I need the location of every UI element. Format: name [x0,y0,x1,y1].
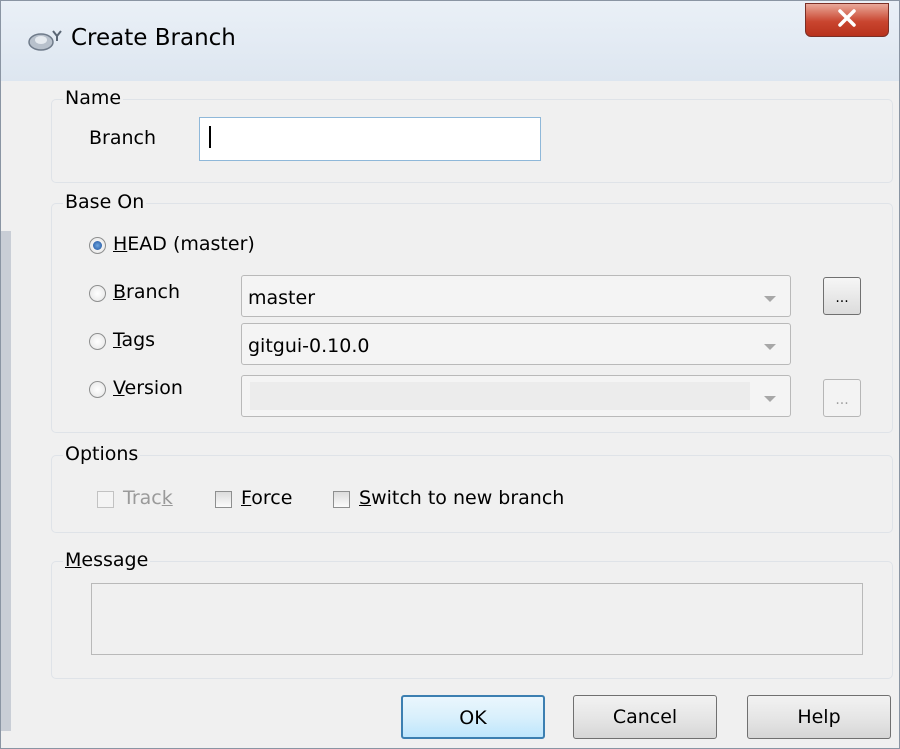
force-checkbox-label[interactable]: Force [241,487,292,509]
close-button[interactable] [805,3,889,37]
base-on-group-label: Base On [63,191,147,213]
chevron-down-icon [764,296,776,302]
tags-combobox-value: gitgui-0.10.0 [248,335,370,357]
branch-combobox[interactable]: master [241,275,791,317]
options-group-label: Options [63,443,141,465]
switch-branch-checkbox-label[interactable]: Switch to new branch [359,487,564,509]
branch-radio-label[interactable]: Branch [113,281,180,303]
cancel-button[interactable]: Cancel [573,695,717,739]
force-checkbox[interactable] [215,491,232,508]
name-group-label: Name [63,87,124,109]
text-caret [209,126,211,148]
branch-browse-button[interactable]: ... [823,277,861,315]
branch-combobox-value: master [248,287,316,309]
close-icon [836,8,858,33]
tags-radio-label[interactable]: Tags [113,329,155,351]
version-combobox-field [250,382,750,410]
branch-name-label: Branch [89,127,157,149]
message-group-label: Message [63,549,151,571]
version-browse-button[interactable]: ... [823,379,861,417]
window-title: Create Branch [71,25,236,51]
window-edge-shadow [1,231,11,731]
head-radio-label[interactable]: HEAD (master) [113,233,255,255]
track-checkbox-label[interactable]: Track [123,487,173,509]
branch-app-icon [27,27,65,53]
branch-name-input[interactable] [199,117,541,161]
title-bar[interactable]: Create Branch [1,1,899,81]
version-radio[interactable] [89,381,106,398]
create-branch-dialog: Create Branch Name Branch Base On HEAD (… [0,0,900,749]
track-checkbox[interactable] [97,491,114,508]
help-button[interactable]: Help [747,695,891,739]
switch-branch-checkbox[interactable] [333,491,350,508]
ok-button[interactable]: OK [401,695,545,739]
chevron-down-icon [764,396,776,402]
tags-radio[interactable] [89,333,106,350]
version-radio-label[interactable]: Version [113,377,183,399]
message-textarea[interactable] [91,583,863,655]
version-combobox[interactable] [241,375,791,417]
branch-radio[interactable] [89,285,106,302]
head-radio[interactable] [89,237,106,254]
tags-combobox[interactable]: gitgui-0.10.0 [241,323,791,365]
chevron-down-icon [764,344,776,350]
